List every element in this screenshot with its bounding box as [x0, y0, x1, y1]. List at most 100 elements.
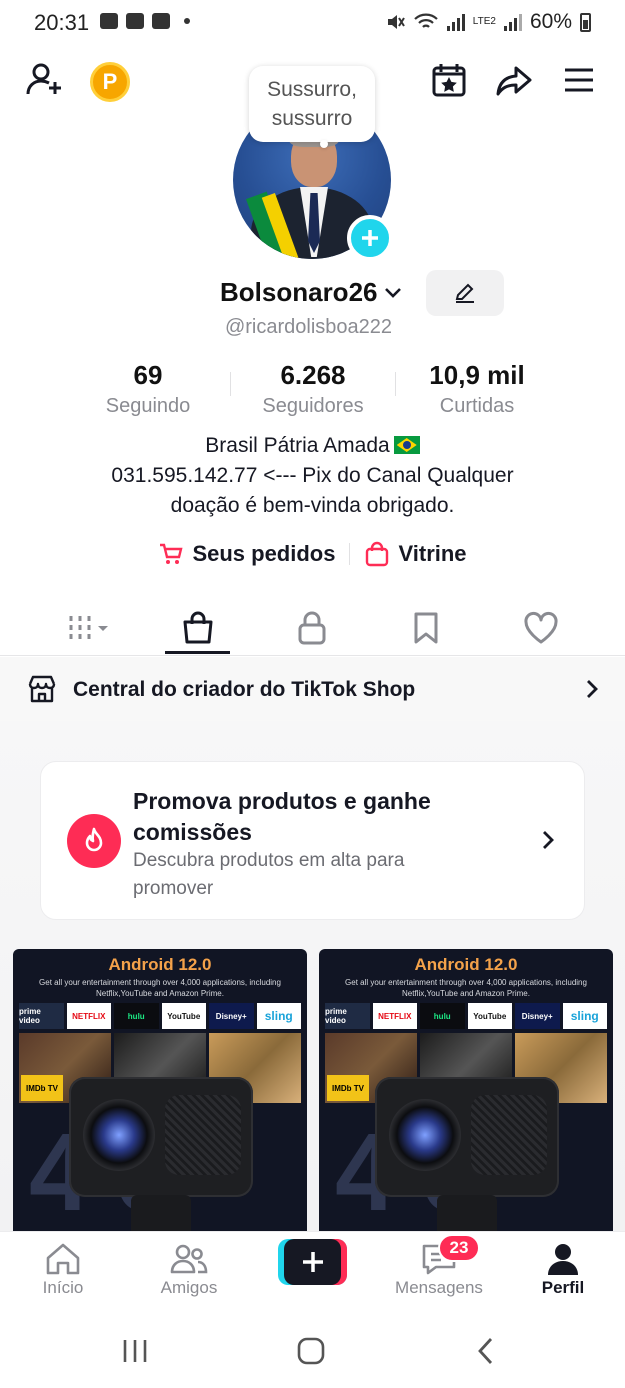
nav-profile[interactable]: Perfil — [513, 1240, 613, 1298]
sling-logo: sling — [256, 1003, 301, 1029]
prime-video-logo: prime video — [19, 1003, 64, 1029]
menu-button[interactable] — [557, 58, 601, 102]
showcase-link[interactable]: Vitrine — [364, 541, 467, 567]
followers-count: 6.268 — [280, 360, 346, 390]
projector-lens — [389, 1099, 461, 1171]
tab-saved[interactable] — [376, 600, 476, 656]
nav-friends-label: Amigos — [160, 1278, 218, 1297]
product-title: Android 12.0 — [414, 955, 518, 974]
chevron-down-icon — [384, 287, 401, 298]
youtube-logo: YouTube — [161, 1003, 206, 1029]
prime-video-logo: prime video — [325, 1003, 370, 1029]
profile-tabs — [0, 600, 625, 656]
coins-button[interactable]: P — [90, 62, 130, 102]
promo-subtitle: Descubra produtos em alta para promover — [133, 850, 405, 899]
netflix-logo: NETFLIX — [66, 1003, 111, 1029]
following-stat[interactable]: 69 Seguindo — [88, 360, 208, 418]
pencil-icon — [455, 283, 474, 303]
add-friend-button[interactable] — [22, 58, 66, 102]
following-count: 69 — [133, 360, 163, 390]
bookmark-icon — [414, 612, 438, 644]
home-button-icon[interactable] — [295, 1335, 327, 1367]
product-subtitle: Get all your entertainment through over … — [39, 978, 281, 998]
plus-icon — [302, 1252, 323, 1272]
plus-icon — [362, 230, 378, 246]
display-name: Bolsonaro26 — [220, 277, 378, 307]
note-bubble[interactable]: Sussurro, sussurro — [249, 66, 375, 142]
projector-stand — [437, 1195, 497, 1231]
battery-icon — [580, 12, 591, 32]
account-switcher[interactable]: Bolsonaro26 — [220, 277, 404, 308]
grid-icon — [69, 616, 108, 640]
profile-handle: @ricardolisboa222 — [224, 316, 393, 338]
chevron-right-icon — [587, 680, 598, 698]
orders-label: Seus pedidos — [192, 541, 336, 566]
product-title: Android 12.0 — [108, 955, 212, 974]
shop-row-label: Central do criador do TikTok Shop — [73, 678, 416, 701]
hulu-logo: hulu — [114, 1003, 159, 1029]
flame-icon — [67, 814, 121, 868]
projector-stand — [131, 1195, 191, 1231]
notification-icons — [100, 13, 190, 29]
tab-videos[interactable] — [40, 600, 140, 656]
promote-products-card[interactable]: Promova produtos e ganhe comissões Descu… — [40, 761, 585, 920]
gallery-icon — [100, 13, 118, 29]
nav-profile-label: Perfil — [541, 1278, 585, 1297]
showcase-label: Vitrine — [398, 541, 467, 566]
nav-friends[interactable]: Amigos — [139, 1240, 239, 1298]
active-tab-indicator — [165, 651, 230, 654]
projector-lens — [83, 1099, 155, 1171]
profile-icon — [548, 1244, 578, 1275]
nav-home[interactable]: Início — [13, 1240, 113, 1298]
hamburger-icon — [565, 68, 593, 92]
system-nav — [0, 1311, 625, 1388]
mute-icon — [387, 15, 405, 29]
tab-liked[interactable] — [491, 600, 591, 656]
likes-count: 10,9 mil — [429, 360, 525, 390]
tiktok-shop-creator-row[interactable]: Central do criador do TikTok Shop — [0, 657, 625, 721]
back-icon[interactable] — [472, 1335, 500, 1367]
signal-icon — [446, 13, 465, 31]
messages-badge: 23 — [438, 1234, 480, 1262]
recent-apps-icon[interactable] — [120, 1337, 150, 1365]
following-label: Seguindo — [105, 395, 191, 417]
status-bar: 20:31 LTE2 60% — [0, 0, 625, 46]
tab-private[interactable] — [262, 600, 362, 656]
followers-stat[interactable]: 6.268 Seguidores — [243, 360, 383, 418]
projector-grill — [471, 1095, 547, 1175]
note-line-1: Sussurro, — [267, 78, 357, 101]
stat-divider — [230, 372, 231, 396]
followers-label: Seguidores — [262, 395, 364, 417]
home-icon — [46, 1243, 80, 1275]
signal-2-icon — [503, 13, 522, 31]
likes-stat[interactable]: 10,9 mil Curtidas — [412, 360, 542, 418]
sling-logo: sling — [562, 1003, 607, 1029]
likes-label: Curtidas — [439, 395, 515, 417]
profile-bio: Brasil Pátria Amada 031.595.142.77 <--- … — [0, 431, 625, 521]
orders-link[interactable]: Seus pedidos — [158, 541, 335, 567]
netflix-logo: NETFLIX — [372, 1003, 417, 1029]
create-button[interactable] — [284, 1239, 341, 1285]
nav-messages-label: Mensagens — [395, 1278, 483, 1297]
profile-links: Seus pedidos Vitrine — [0, 541, 625, 567]
brazil-flag-icon — [393, 436, 420, 454]
product-card[interactable]: Android 12.0 Get all your entertainment … — [319, 949, 613, 1231]
youtube-logo: YouTube — [467, 1003, 512, 1029]
share-button[interactable] — [492, 58, 536, 102]
product-card[interactable]: Android 12.0 Get all your entertainment … — [13, 949, 307, 1231]
add-story-button[interactable] — [347, 215, 393, 261]
tab-shop[interactable] — [148, 600, 248, 656]
wifi-icon — [414, 13, 438, 28]
voicemail-2-icon — [152, 13, 170, 29]
calendar-star-icon — [432, 64, 466, 97]
streaming-logos: prime video NETFLIX hulu YouTube Disney+… — [19, 1003, 301, 1029]
status-right: LTE2 60% — [385, 10, 591, 34]
stat-divider — [395, 372, 396, 396]
chevron-right-icon — [543, 831, 554, 849]
add-user-icon — [26, 63, 61, 95]
status-time: 20:31 — [34, 10, 90, 35]
calendar-button[interactable] — [427, 58, 471, 102]
cart-icon — [160, 543, 183, 564]
edit-profile-button[interactable] — [426, 270, 504, 316]
lock-icon — [298, 611, 326, 645]
